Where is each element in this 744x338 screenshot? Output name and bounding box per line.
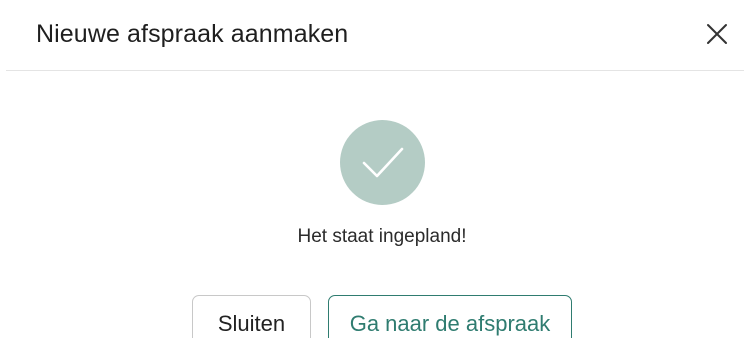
header-divider xyxy=(6,70,744,71)
close-dialog-button[interactable]: Sluiten xyxy=(192,295,311,338)
success-indicator xyxy=(340,120,425,205)
close-icon xyxy=(707,24,727,44)
dialog-title: Nieuwe afspraak aanmaken xyxy=(36,20,349,48)
close-button[interactable] xyxy=(698,15,736,53)
success-message: Het staat ingepland! xyxy=(297,226,467,247)
checkmark-icon xyxy=(362,147,403,177)
dialog-header: Nieuwe afspraak aanmaken xyxy=(0,0,744,70)
create-appointment-dialog: Nieuwe afspraak aanmaken Het staat ingep… xyxy=(0,0,744,338)
go-to-appointment-button[interactable]: Ga naar de afspraak xyxy=(328,295,572,338)
